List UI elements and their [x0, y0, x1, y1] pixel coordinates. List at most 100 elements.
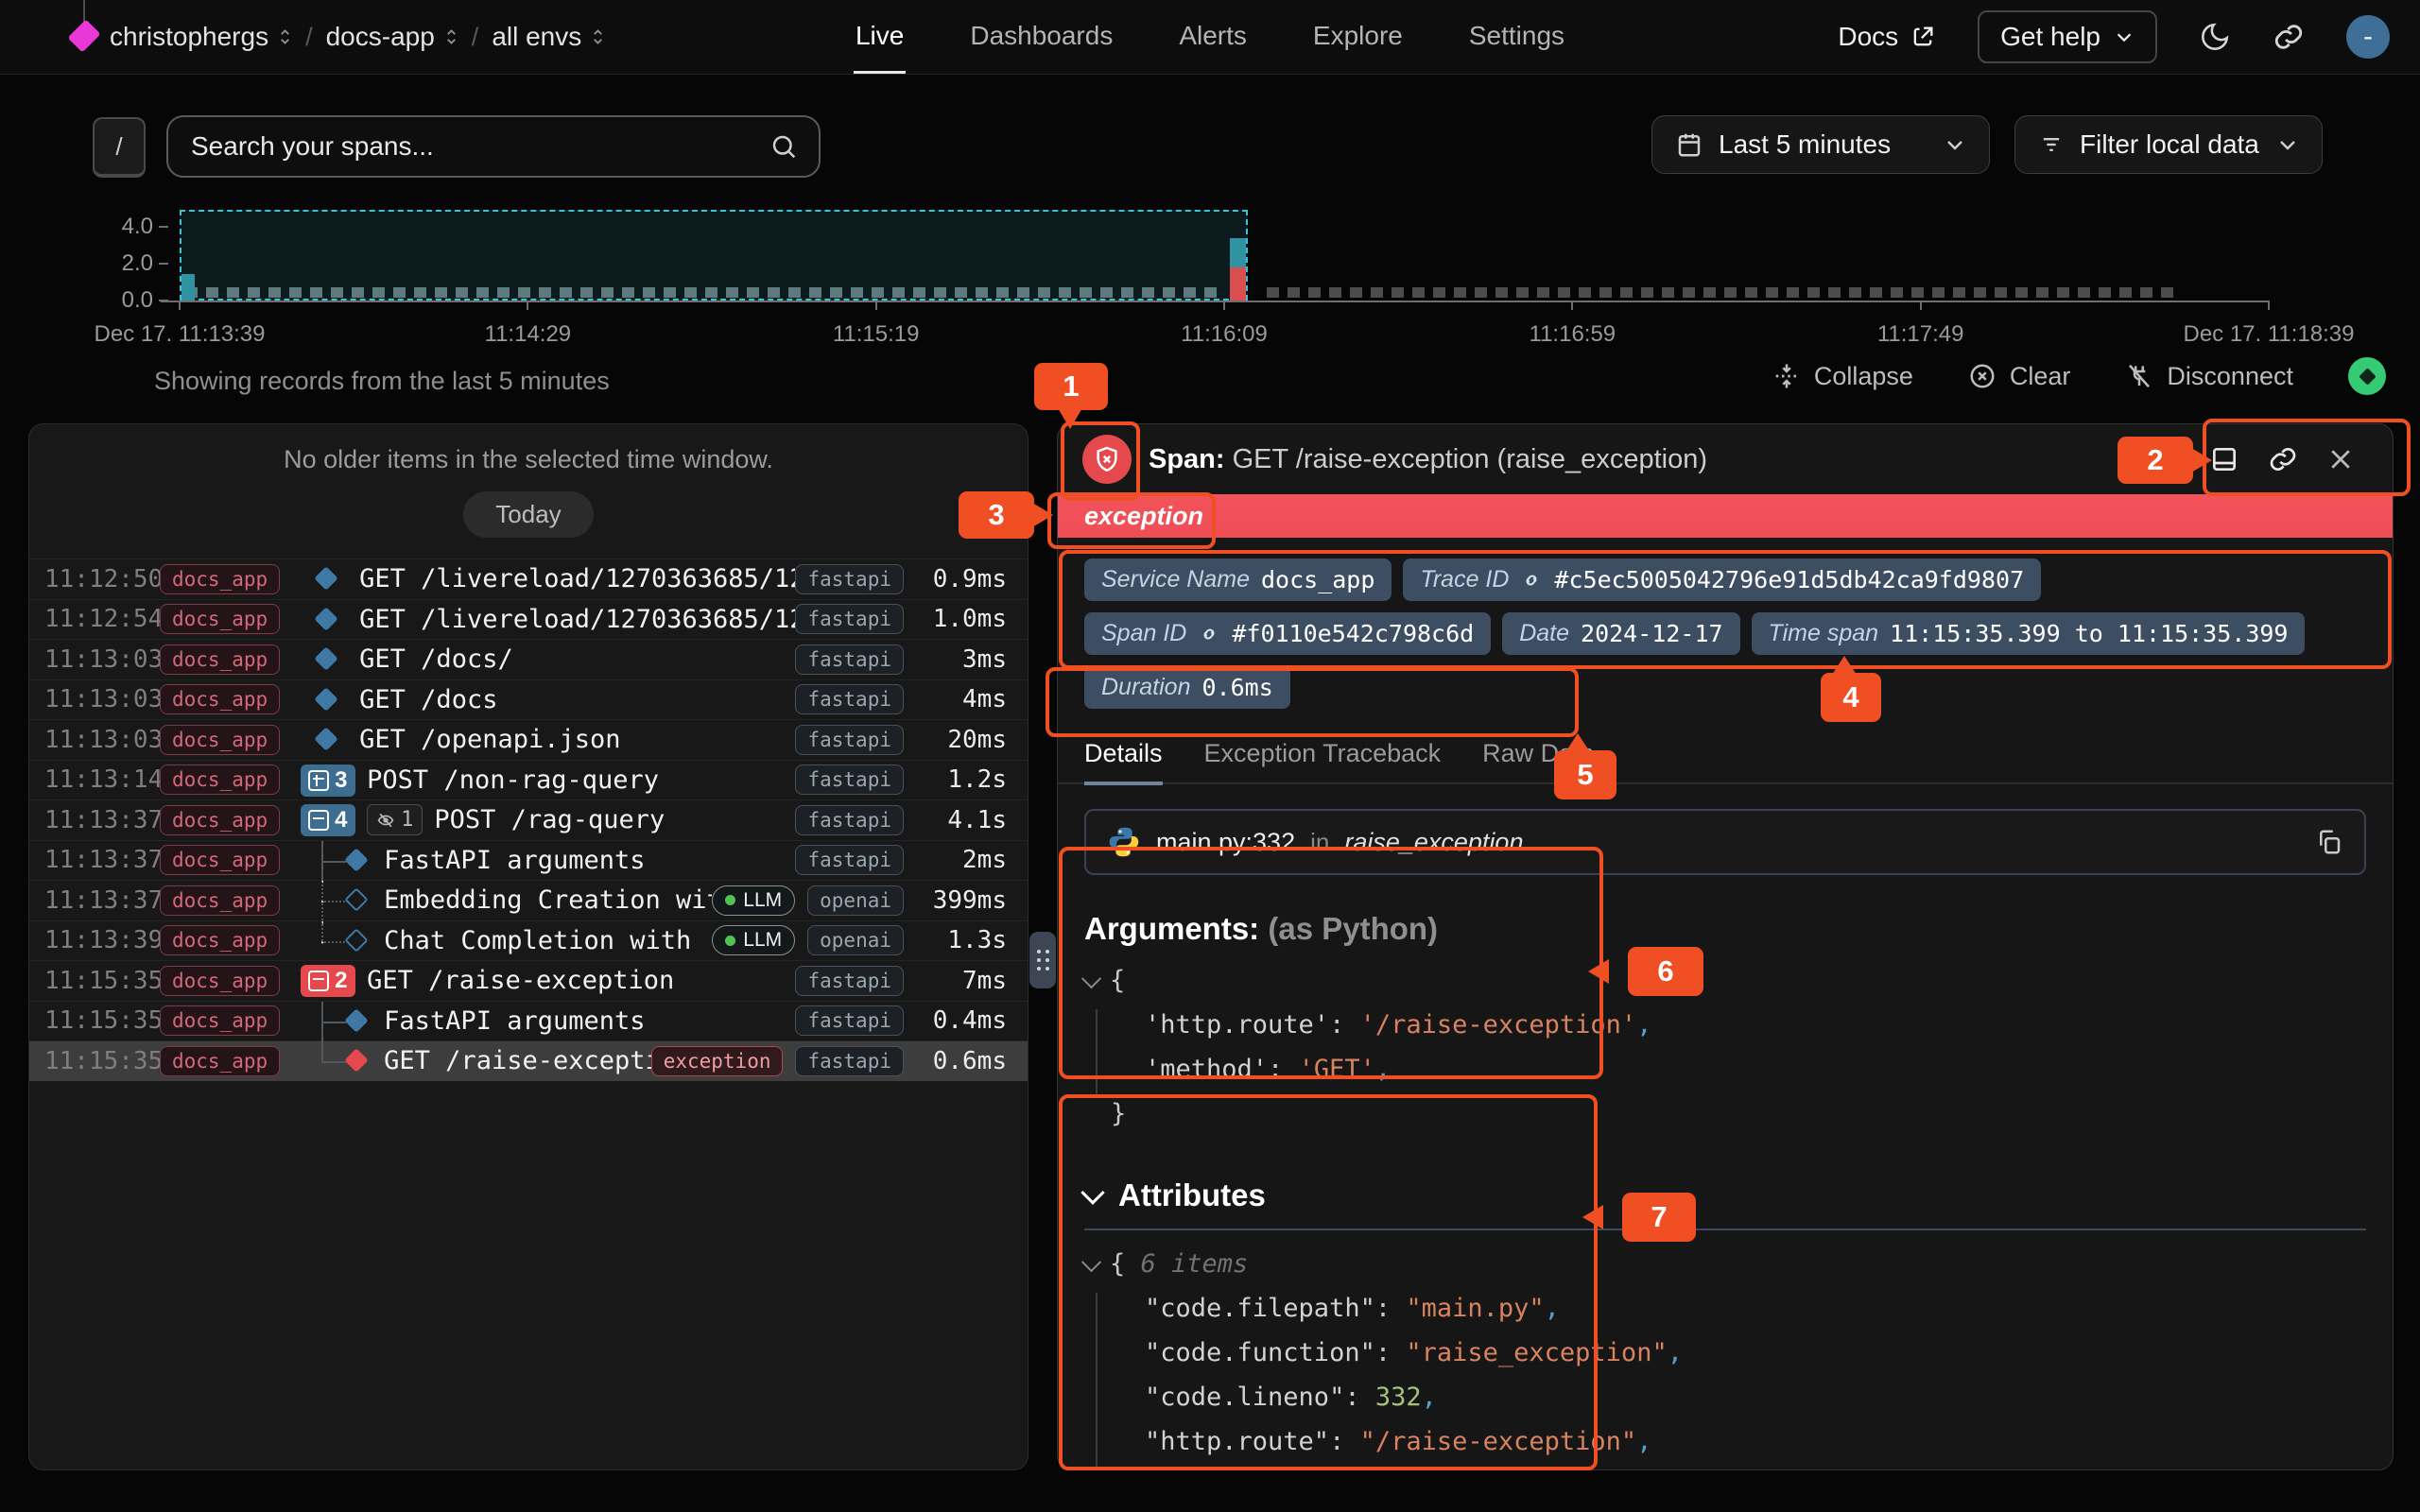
code-file-line[interactable]: main.py:332	[1156, 828, 1295, 857]
children-count: 3	[335, 767, 347, 794]
activity-block	[1537, 287, 1549, 298]
copy-link-icon[interactable]	[2268, 444, 2298, 474]
nav-right-group: Docs Get help	[1838, 0, 2390, 74]
avatar[interactable]: -	[2346, 15, 2390, 59]
span-children-badge[interactable]: 4	[301, 804, 354, 836]
span-row-meta: LLMopenai1.3s	[712, 925, 1007, 955]
collapse-button[interactable]: Collapse	[1772, 362, 1913, 391]
nav-tab-settings[interactable]: Settings	[1467, 0, 1566, 74]
today-button[interactable]: Today	[463, 491, 593, 538]
chevron-down-icon[interactable]	[1081, 969, 1101, 988]
disconnect-button[interactable]: Disconnect	[2125, 362, 2293, 391]
nav-tab-live[interactable]: Live	[854, 0, 906, 74]
link-icon[interactable]	[1520, 569, 1543, 592]
copy-icon[interactable]	[2315, 828, 2343, 856]
activity-block	[393, 287, 406, 298]
span-list-row[interactable]: 11:13:39docs_appChat Completion with '…L…	[29, 920, 1028, 961]
nav-tab-dashboards[interactable]: Dashboards	[968, 0, 1115, 74]
span-list-row[interactable]: 11:12:50docs_appGET /livereload/12703636…	[29, 558, 1028, 599]
span-row-meta: fastapi1.2s	[795, 765, 1007, 795]
span-children-badge[interactable]: 2	[301, 965, 354, 997]
code-token: ,	[1545, 1294, 1560, 1323]
span-diamond-icon	[344, 848, 368, 871]
error-count-bar	[1230, 267, 1246, 301]
span-timestamp: 11:13:37	[44, 806, 160, 834]
detail-tab-raw-data[interactable]: Raw Data	[1482, 739, 1595, 785]
detail-tab-exception-traceback[interactable]: Exception Traceback	[1204, 739, 1442, 785]
activity-block	[539, 287, 551, 298]
x-axis-tick	[875, 301, 877, 310]
annotation-label-1: 1	[1034, 363, 1108, 410]
span-timestamp: 11:15:35	[44, 967, 160, 995]
docs-link[interactable]: Docs	[1838, 22, 1936, 52]
activity-block	[1184, 287, 1196, 298]
span-list-row[interactable]: 11:13:37docs_appFastAPI argumentsfastapi…	[29, 840, 1028, 881]
activity-block	[2140, 287, 2152, 298]
activity-block	[2015, 287, 2028, 298]
chevron-down-icon[interactable]	[1081, 1252, 1101, 1272]
span-list-row[interactable]: 11:13:03docs_appGET /openapi.jsonfastapi…	[29, 719, 1028, 760]
span-list-row[interactable]: 11:13:14docs_app3POST /non-rag-queryfast…	[29, 760, 1028, 800]
span-list-row[interactable]: 11:15:35docs_app2GET /raise-exceptionfas…	[29, 960, 1028, 1001]
disconnect-label: Disconnect	[2167, 362, 2293, 391]
framework-tag: fastapi	[795, 966, 904, 996]
span-name: GET /livereload/1270363685/1270…	[359, 605, 795, 634]
hidden-spans-badge[interactable]: 1	[367, 804, 423, 835]
dark-mode-toggle[interactable]	[2199, 21, 2231, 53]
detail-tab-details[interactable]: Details	[1084, 739, 1163, 785]
args-open-brace: {	[1084, 958, 2366, 1003]
meta-chip-value: 11:15:35.399 to 11:15:35.399	[1890, 620, 2288, 647]
activity-block	[2057, 287, 2069, 298]
panel-resize-handle[interactable]	[1029, 932, 1056, 988]
span-list-row[interactable]: 11:12:54docs_appGET /livereload/12703636…	[29, 599, 1028, 640]
span-name: GET /docs	[359, 685, 795, 714]
span-name: FastAPI arguments	[384, 1006, 795, 1036]
activity-block	[1891, 287, 1903, 298]
breadcrumb-separator: /	[305, 23, 313, 52]
share-link-button[interactable]	[2273, 21, 2305, 53]
breadcrumb-org[interactable]: christophergs	[110, 22, 292, 52]
time-range-button[interactable]: Last 5 minutes	[1651, 115, 1990, 174]
activity-block	[1724, 287, 1737, 298]
span-diamond-icon	[344, 928, 368, 952]
link-icon[interactable]	[1198, 623, 1220, 645]
y-axis-label: 4.0	[122, 214, 153, 240]
span-list-row[interactable]: 11:13:37docs_appEmbedding Creation wit…L…	[29, 880, 1028, 920]
get-help-button[interactable]: Get help	[1978, 10, 2157, 63]
span-list-row[interactable]: 11:13:37docs_app41POST /rag-queryfastapi…	[29, 799, 1028, 840]
code-token: :	[1268, 1055, 1299, 1084]
nav-tab-alerts[interactable]: Alerts	[1177, 0, 1249, 74]
span-tree-indicator	[293, 1002, 384, 1041]
span-duration: 4ms	[916, 685, 1007, 713]
x-axis-tick	[527, 301, 528, 310]
chevron-down-icon	[1080, 1180, 1104, 1204]
span-timestamp: 11:12:54	[44, 605, 160, 633]
span-list-row[interactable]: 11:15:35docs_appFastAPI argumentsfastapi…	[29, 1001, 1028, 1041]
activity-block	[788, 287, 801, 298]
span-timestamp: 11:13:03	[44, 645, 160, 674]
x-axis-tick	[1920, 301, 1922, 310]
records-window-message: Showing records from the last 5 minutes	[154, 367, 610, 396]
span-list-row[interactable]: 11:15:35docs_appGET /raise-exception …ex…	[29, 1040, 1028, 1081]
close-icon[interactable]	[2326, 445, 2355, 473]
clear-label: Clear	[2010, 362, 2071, 391]
breadcrumb-project[interactable]: docs-app	[326, 22, 458, 52]
connection-status-indicator[interactable]	[2348, 357, 2386, 395]
logfire-logo[interactable]	[70, 0, 98, 74]
breadcrumb-env[interactable]: all envs	[492, 22, 605, 52]
framework-tag: fastapi	[795, 1005, 904, 1036]
clear-button[interactable]: Clear	[1968, 362, 2071, 391]
span-list-row[interactable]: 11:13:03docs_appGET /docs/fastapi3ms	[29, 639, 1028, 679]
activity-block	[435, 287, 447, 298]
attributes-heading[interactable]: Attributes	[1058, 1177, 2393, 1213]
span-row-meta: LLMopenai399ms	[712, 885, 1007, 916]
detail-header-actions	[2209, 444, 2368, 474]
search-input[interactable]	[189, 130, 769, 163]
filter-local-data-button[interactable]: Filter local data	[2014, 115, 2323, 174]
span-duration: 0.9ms	[916, 565, 1007, 593]
span-list-row[interactable]: 11:13:03docs_appGET /docsfastapi4ms	[29, 679, 1028, 720]
span-children-badge[interactable]: 3	[301, 765, 354, 797]
nav-tab-explore[interactable]: Explore	[1311, 0, 1405, 74]
dock-panel-icon[interactable]	[2209, 444, 2239, 474]
activity-block	[809, 287, 821, 298]
